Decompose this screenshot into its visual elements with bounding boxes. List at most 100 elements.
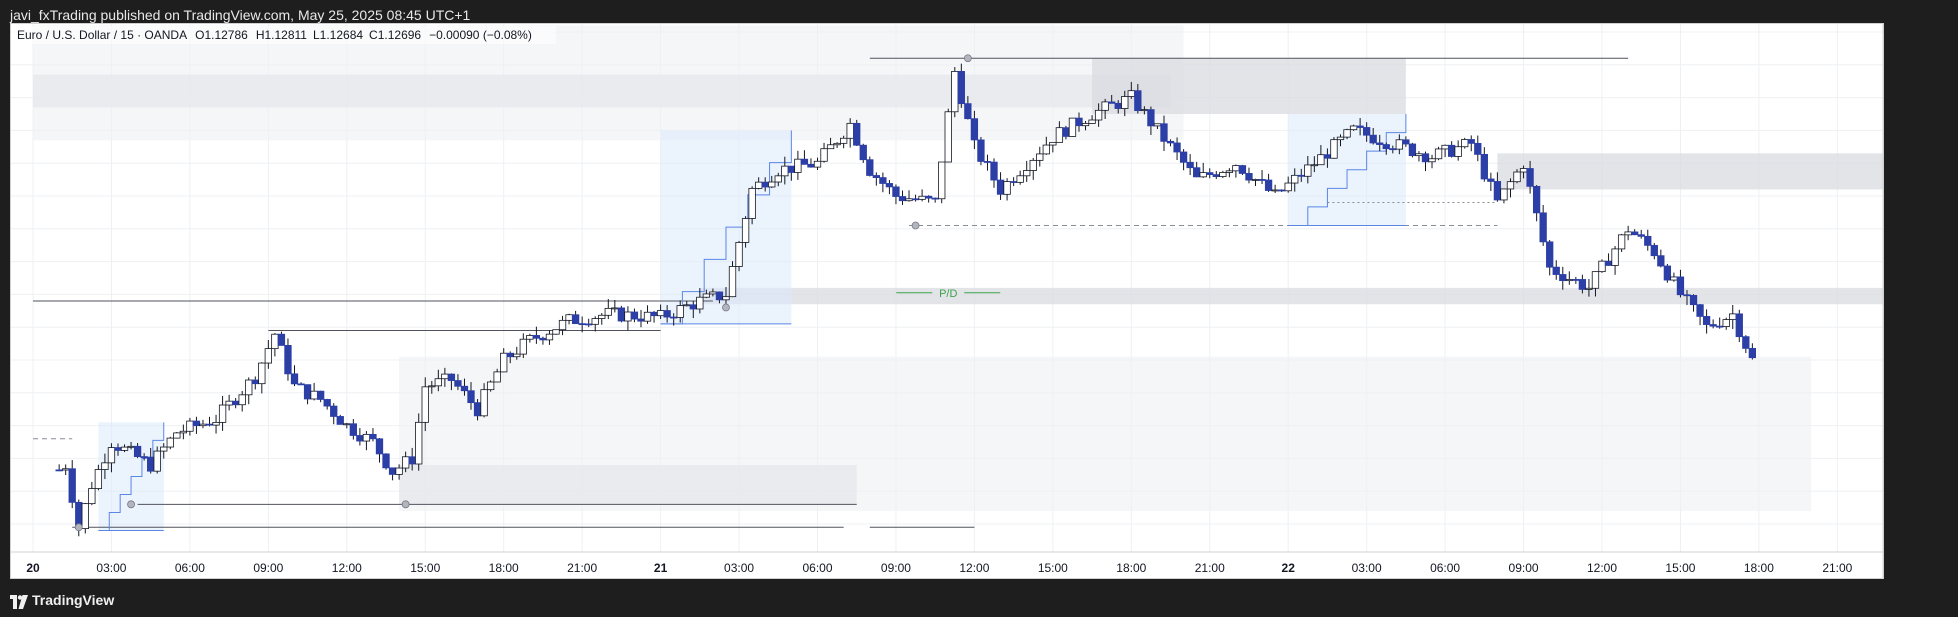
candle-body-bear [467,390,475,404]
candle [173,432,181,439]
candle-body-bull [611,307,619,310]
candle-body-bull [1519,168,1528,173]
candle-body-bull [1127,90,1135,97]
candle-body-bull [179,430,188,434]
candle-body-bear [1709,324,1717,327]
candle [578,316,586,333]
candle [565,313,573,325]
candle-body-bull [1016,175,1024,183]
candle [539,336,547,345]
candle [1565,271,1573,285]
candle-body-bear [578,323,586,326]
candle-body-bear [55,469,63,472]
candle-body-bear [866,159,874,176]
legend-close: C1.12696 [369,28,421,42]
candle [879,172,887,193]
candle [251,376,259,390]
candle-body-bear [232,400,240,406]
candle [1421,151,1430,172]
candle-body-bear [924,195,933,199]
x-tick-label: 15:00 [410,561,440,575]
candle-body-bull [565,314,573,321]
candle-body-bull [676,305,684,318]
candle-body-bear [807,163,815,168]
candle-body-bull [591,318,599,325]
candle [55,464,63,472]
candle [500,348,508,373]
candle-body-bear [336,416,344,425]
candle [1166,139,1175,147]
candle-body-bull [480,389,488,417]
candle [800,150,809,165]
candle-body-bull [735,242,743,267]
legend-interval: 15 [120,28,134,42]
candle-body-bull [1219,172,1227,177]
candle-body-bear [761,181,769,188]
candle-body-bull [781,165,789,177]
candle-body-bull [199,423,207,427]
candle [1572,276,1580,284]
candle [951,67,959,118]
candle [68,460,76,509]
candle-body-bull [755,181,763,189]
candle-body-bear [1075,117,1083,127]
candle [1657,249,1665,268]
candle-body-bull [1611,248,1619,266]
candle-body-bull [1094,109,1103,121]
candle-body-bear [330,405,338,417]
candle-body-bull [1598,260,1606,273]
candle [552,329,560,335]
candle-body-bear [630,311,639,320]
candle [1722,317,1730,330]
candle-body-bear [1179,151,1188,163]
candle-body-bear [290,373,299,385]
candle-body-bear [1421,153,1430,163]
candle-body-bull [1585,287,1593,290]
chart-frame[interactable]: P/D Euro / U.S. Dollar / 15 · OANDA O1.12… [10,23,1884,579]
x-tick-label: 21:00 [567,561,597,575]
candle-body-bull [1101,101,1109,111]
candle-body-bull [173,432,181,439]
candle [362,431,371,451]
candle-body-bull [1441,144,1449,150]
candle-body-bull [421,386,429,423]
candle [238,390,246,412]
candle [526,333,534,343]
candle-body-bull [1454,146,1462,157]
footer-brand[interactable]: TradingView [32,592,114,608]
candle [519,333,527,358]
candle [1186,154,1194,176]
candle-body-bear [1539,212,1547,243]
candle-body-bull [493,371,501,383]
candle-body-bear [1212,174,1220,177]
candle [81,502,89,534]
candle-body-bear [454,380,462,387]
footer-bar: TradingView [0,588,1958,617]
candle-body-bull [1284,182,1292,192]
candle-body-bull [1591,271,1600,289]
candle-body-bull [820,148,828,162]
candle [1271,184,1279,193]
candle [415,413,423,471]
candle-body-bull [846,122,854,139]
candle-body-bull [1343,129,1351,138]
candle-body-bull [545,333,554,341]
candle-body-bear [1474,142,1482,155]
candle-body-bull [1461,139,1469,148]
price-chart[interactable]: P/D Euro / U.S. Dollar / 15 · OANDA O1.12… [11,24,1883,578]
candle [316,390,325,403]
candle-body-bear [1258,179,1266,181]
candle [748,186,756,225]
candle-body-bull [702,293,711,298]
candle-body-bear [670,316,678,319]
candle [1232,164,1240,178]
candle [1650,242,1658,260]
candle-body-bull [94,469,103,489]
candle [303,384,312,405]
candle-body-bull [245,379,253,396]
legend-sep-2: · [134,28,145,42]
candle-body-bull [101,462,109,470]
candle [637,309,645,328]
x-tick-label: 06:00 [1430,561,1460,575]
time-axis[interactable]: 20 03:00 06:00 09:00 12:00 15:00 18:00 21:00 21 0… [11,551,1883,575]
